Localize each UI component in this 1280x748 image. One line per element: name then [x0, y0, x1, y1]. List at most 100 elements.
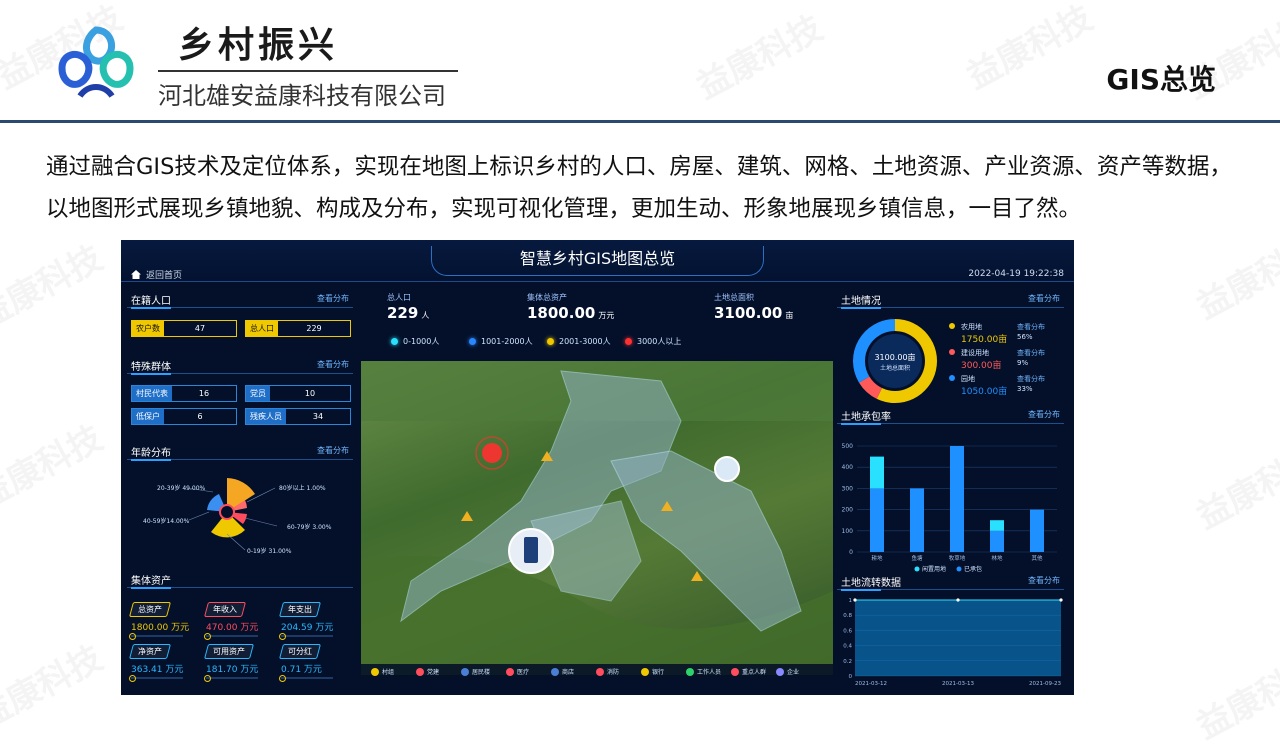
- asset-card: 年支出 204.59 万元: [278, 602, 351, 640]
- legend-dot-icon: [625, 338, 632, 345]
- bar-contracted: [990, 530, 1004, 552]
- map-layer-toggle[interactable]: 居民楼: [461, 667, 490, 676]
- asset-label: 年收入: [213, 605, 237, 614]
- legend-dot-icon: [391, 338, 398, 345]
- population-legend-item: 0-1000人: [391, 336, 439, 347]
- y-tick-label: 300: [842, 485, 854, 492]
- map-layer-toggle[interactable]: 消防: [596, 667, 619, 676]
- description-text: 通过融合GIS技术及定位体系，实现在地图上标识乡村的人口、房屋、建筑、网格、土地…: [46, 154, 1232, 222]
- watermark: 益康科技: [0, 238, 110, 338]
- kpi-label: 总人口: [387, 293, 411, 302]
- view-distribution-link[interactable]: 查看分布: [317, 293, 349, 304]
- view-distribution-link[interactable]: 查看分布: [1017, 348, 1045, 358]
- age-chart-center: [219, 504, 235, 520]
- gis-map[interactable]: [361, 361, 833, 675]
- view-distribution-link[interactable]: 查看分布: [1028, 575, 1060, 586]
- data-point: [956, 598, 960, 602]
- x-tick-label: 其他: [1031, 554, 1043, 562]
- asset-label-tag: 可分红: [278, 644, 322, 659]
- view-distribution-link[interactable]: 查看分布: [1028, 293, 1060, 304]
- view-distribution-link[interactable]: 查看分布: [1028, 409, 1060, 420]
- y-tick-label: 100: [842, 528, 854, 535]
- view-distribution-link[interactable]: 查看分布: [1017, 322, 1045, 332]
- view-distribution-link[interactable]: 查看分布: [317, 445, 349, 456]
- section-title: 特殊群体: [131, 362, 171, 373]
- home-link[interactable]: 返回首页: [131, 268, 182, 281]
- kpi-assets: 集体总资产 1800.00 万元: [527, 292, 614, 322]
- map-marker-alert[interactable]: [482, 443, 502, 463]
- dashboard-screenshot: 智慧乡村GIS地图总览 返回首页 2022-04-19 19:22:38 在籍人…: [121, 240, 1074, 695]
- map-layer-toggle[interactable]: 商店: [551, 667, 574, 676]
- asset-value: 181.70 万元: [206, 665, 259, 675]
- y-tick-label: 0: [849, 674, 853, 680]
- kpi-unit: 人: [421, 311, 430, 320]
- age-label: 40-59岁14.00%: [143, 517, 190, 525]
- legend-dot-icon: [547, 338, 554, 345]
- land-type-label: 建设用地: [961, 349, 989, 357]
- x-tick-label: 林地: [991, 554, 1003, 562]
- legend-dot-icon: [469, 338, 476, 345]
- asset-label-tag: 年收入: [203, 602, 247, 617]
- layer-icon: [506, 668, 514, 676]
- donut-center-value: 3100.00亩: [874, 352, 915, 362]
- section-title: 土地流转数据: [841, 578, 901, 589]
- data-point: [1059, 598, 1063, 602]
- kpi-value: 3100.00: [714, 304, 783, 322]
- y-tick-label: 0: [849, 549, 853, 556]
- land-area-value: 1750.00亩: [961, 335, 1008, 345]
- section-header-age: 年龄分布 查看分布: [127, 442, 353, 461]
- asset-progress-bar: [279, 675, 333, 682]
- age-label: 0-19岁 31.00%: [247, 547, 292, 555]
- map-layer-toggle[interactable]: 重点人群: [731, 667, 766, 676]
- asset-value: 363.41 万元: [131, 665, 184, 675]
- section-header-land: 土地情况 查看分布: [837, 290, 1064, 309]
- asset-label-tag: 可用资产: [203, 644, 255, 659]
- map-layer-toggle[interactable]: 银行: [641, 667, 664, 676]
- header-divider: [0, 120, 1280, 123]
- population-legend-item: 1001-2000人: [469, 336, 533, 347]
- map-layer-toggle[interactable]: 医疗: [506, 667, 529, 676]
- map-layer-toggle[interactable]: 企业: [776, 667, 799, 676]
- land-percent: 33%: [1017, 385, 1033, 393]
- asset-label: 可用资产: [213, 647, 245, 656]
- land-donut-chart: 3100.00亩 土地总面积: [853, 319, 937, 403]
- layer-icon: [416, 668, 424, 676]
- asset-card: 总资产 1800.00 万元: [128, 602, 201, 640]
- kpi-label: 土地总面积: [714, 293, 754, 302]
- y-tick-label: 200: [842, 507, 854, 514]
- stat-value: 6: [197, 412, 203, 421]
- land-legend-item: 园地 1050.00亩: [949, 374, 1007, 397]
- stat-households: 农户数 47: [131, 320, 237, 337]
- layer-label: 消防: [607, 669, 620, 676]
- stat-village-reps: 村民代表 16: [131, 385, 237, 402]
- layer-icon: [461, 668, 469, 676]
- layer-label: 银行: [652, 669, 665, 676]
- population-legend-item: 3000人以上: [625, 336, 681, 347]
- company-logo-icon: [58, 26, 134, 98]
- map-layer-toggle[interactable]: 村组: [371, 667, 394, 676]
- map-layer-toggle[interactable]: 党建: [416, 667, 439, 676]
- stat-value: 10: [304, 389, 316, 398]
- land-type-label: 园地: [961, 375, 975, 383]
- map-layer-toggle[interactable]: 工作人员: [686, 667, 721, 676]
- y-tick-label: 400: [842, 464, 854, 471]
- layer-label: 重点人群: [742, 669, 767, 676]
- bar-idle: [990, 520, 1004, 531]
- map-layer-toolbar: 村组 党建 居民楼 医疗 商店 消防 银行 工作人员 重点人群 企业: [361, 664, 833, 680]
- view-distribution-link[interactable]: 查看分布: [1017, 374, 1045, 384]
- land-area-value: 1050.00亩: [961, 387, 1008, 397]
- watermark: 益康科技: [0, 418, 110, 518]
- asset-card: 净资产 363.41 万元: [128, 644, 201, 682]
- section-title: 年龄分布: [131, 448, 171, 459]
- map-marker-camera[interactable]: [714, 456, 740, 482]
- land-type-label: 农用地: [961, 323, 982, 331]
- legend-label: 0-1000人: [403, 337, 440, 346]
- asset-progress-bar: [129, 633, 183, 640]
- land-percent: 9%: [1017, 359, 1029, 367]
- age-label: 20-39岁 49.00%: [157, 484, 206, 492]
- kpi-population: 总人口 229 人: [387, 292, 429, 322]
- view-distribution-link[interactable]: 查看分布: [317, 359, 349, 370]
- data-point: [853, 598, 857, 602]
- stat-total-population: 总人口 229: [245, 320, 351, 337]
- section-header-population: 在籍人口 查看分布: [127, 290, 353, 309]
